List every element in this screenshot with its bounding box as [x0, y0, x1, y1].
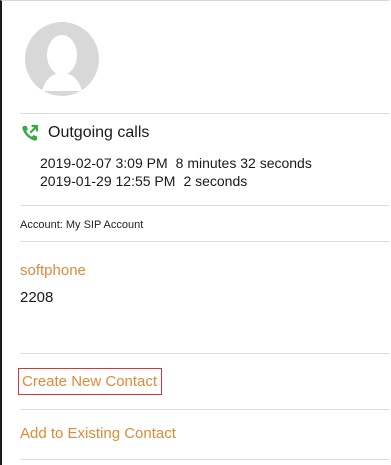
call-duration: 2 seconds: [183, 173, 248, 189]
call-datetime: 2019-01-29 12:55 PM: [40, 173, 176, 189]
divider: [20, 113, 389, 114]
call-duration: 8 minutes 32 seconds: [175, 155, 312, 171]
divider: [20, 205, 389, 206]
phone-number[interactable]: 2208: [20, 289, 53, 306]
call-datetime: 2019-02-07 3:09 PM: [40, 155, 168, 171]
call-entry: 2019-02-07 3:09 PM 8 minutes 32 seconds: [40, 155, 312, 171]
divider: [20, 409, 389, 410]
person-placeholder-icon: [25, 22, 99, 96]
calls-title: Outgoing calls: [48, 124, 150, 141]
avatar: [24, 21, 100, 97]
create-new-contact-button[interactable]: Create New Contact: [18, 368, 163, 395]
phone-type-label: softphone: [20, 262, 86, 279]
account-label: Account: My SIP Account: [20, 219, 144, 231]
divider: [20, 241, 389, 242]
contact-detail-panel: Outgoing calls 2019-02-07 3:09 PM 8 minut…: [0, 0, 389, 465]
call-entry: 2019-01-29 12:55 PM 2 seconds: [40, 173, 247, 189]
divider: [20, 459, 389, 460]
outgoing-call-icon: [22, 124, 39, 141]
add-to-existing-contact-button[interactable]: Add to Existing Contact: [20, 425, 176, 442]
calls-header: Outgoing calls: [20, 123, 149, 143]
divider: [20, 353, 389, 354]
